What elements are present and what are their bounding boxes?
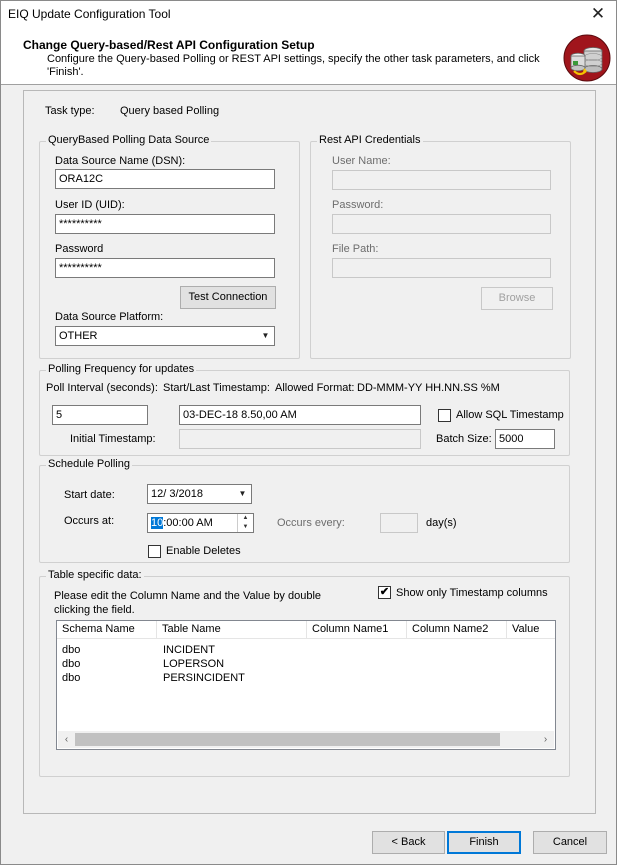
task-type-label: Task type: xyxy=(45,105,95,117)
table-data-group: Table specific data: Please edit the Col… xyxy=(39,569,570,777)
cancel-button[interactable]: Cancel xyxy=(533,831,607,854)
platform-label: Data Source Platform: xyxy=(55,311,164,323)
enable-deletes-label: Enable Deletes xyxy=(166,545,241,557)
platform-select[interactable]: OTHER ▼ xyxy=(55,326,275,346)
start-date-label: Start date: xyxy=(64,489,115,501)
show-timestamp-checkbox[interactable]: ✔ xyxy=(378,586,391,599)
window-title: EIQ Update Configuration Tool xyxy=(8,7,171,21)
row-schema: dbo xyxy=(62,672,81,684)
back-button[interactable]: < Back xyxy=(372,831,445,854)
dsn-label: Data Source Name (DSN): xyxy=(55,155,186,167)
polling-group: Polling Frequency for updates Poll Inter… xyxy=(39,363,570,456)
occurs-every-input[interactable] xyxy=(380,513,418,533)
task-type-value: Query based Polling xyxy=(120,105,220,117)
table-data-legend: Table specific data: xyxy=(46,569,144,581)
wizard-header: Change Query-based/Rest API Configuratio… xyxy=(1,28,616,85)
allow-sql-checkbox[interactable] xyxy=(438,409,451,422)
spin-down-icon[interactable]: ▼ xyxy=(237,523,253,532)
batch-size-label: Batch Size: xyxy=(436,433,492,445)
enable-deletes-checkbox[interactable] xyxy=(148,545,161,558)
page-description: Configure the Query-based Polling or RES… xyxy=(47,53,540,78)
occurs-rest: :00:00 AM xyxy=(163,517,213,529)
test-connection-button[interactable]: Test Connection xyxy=(180,286,276,309)
rest-username-input[interactable] xyxy=(332,170,551,190)
chevron-down-icon[interactable]: ▼ xyxy=(257,327,274,345)
horizontal-scrollbar[interactable]: ‹ › xyxy=(58,731,554,748)
row-table: LOPERSON xyxy=(163,658,225,670)
rest-password-input[interactable] xyxy=(332,214,551,234)
batch-size-input[interactable]: 5000 xyxy=(495,429,555,449)
rest-filepath-input[interactable] xyxy=(332,258,551,278)
col-header-column1[interactable]: Column Name1 xyxy=(307,621,407,639)
dialog-window: EIQ Update Configuration Tool ✕ Change Q… xyxy=(0,0,617,865)
calendar-dropdown-icon[interactable]: ▼ xyxy=(234,485,251,503)
platform-value: OTHER xyxy=(59,330,98,342)
time-spinner[interactable]: ▲ ▼ xyxy=(237,514,253,532)
initial-timestamp-input[interactable] xyxy=(179,429,421,449)
schedule-group: Schedule Polling Start date: 12/ 3/2018 … xyxy=(39,458,570,563)
occurs-every-label: Occurs every: xyxy=(277,517,345,529)
row-schema: dbo xyxy=(62,658,81,670)
start-date-value: 12/ 3/2018 xyxy=(151,488,203,500)
timestamp-label: Start/Last Timestamp: xyxy=(163,382,270,394)
poll-interval-input[interactable]: 5 xyxy=(52,405,148,425)
days-label: day(s) xyxy=(426,517,457,529)
occurs-at-label: Occurs at: xyxy=(64,515,115,527)
password-label: Password xyxy=(55,243,104,255)
initial-timestamp-label: Initial Timestamp: xyxy=(70,433,156,445)
query-source-group: QueryBased Polling Data Source Data Sour… xyxy=(39,134,300,359)
occurs-hour[interactable]: 10 xyxy=(151,517,164,529)
uid-input[interactable]: ********** xyxy=(55,214,275,234)
password-input[interactable]: ********** xyxy=(55,258,275,278)
query-source-legend: QueryBased Polling Data Source xyxy=(46,134,212,146)
uid-label: User ID (UID): xyxy=(55,199,125,211)
rest-api-group: Rest API Credentials User Name: Password… xyxy=(310,134,571,359)
close-icon[interactable]: ✕ xyxy=(588,4,608,24)
table-listview[interactable]: Schema Name Table Name Column Name1 Colu… xyxy=(56,620,556,750)
browse-button[interactable]: Browse xyxy=(481,287,553,310)
rest-password-label: Password: xyxy=(332,199,384,211)
col-header-value[interactable]: Value xyxy=(507,621,555,639)
rest-api-legend: Rest API Credentials xyxy=(317,134,423,146)
rest-filepath-label: File Path: xyxy=(332,243,379,255)
database-sync-icon xyxy=(563,34,611,82)
allow-sql-label: Allow SQL Timestamp xyxy=(456,409,564,421)
scrollbar-thumb[interactable] xyxy=(75,733,500,746)
dsn-input[interactable]: ORA12C xyxy=(55,169,275,189)
timestamp-input[interactable]: 03-DEC-18 8.50,00 AM xyxy=(179,405,421,425)
col-header-table[interactable]: Table Name xyxy=(157,621,307,639)
row-table: INCIDENT xyxy=(163,644,215,656)
page-title: Change Query-based/Rest API Configuratio… xyxy=(23,38,315,52)
rest-username-label: User Name: xyxy=(332,155,391,167)
format-label: Allowed Format: xyxy=(275,382,355,394)
main-panel: Task type: Query based Polling QueryBase… xyxy=(23,90,596,814)
row-schema: dbo xyxy=(62,644,81,656)
show-timestamp-label: Show only Timestamp columns xyxy=(396,587,548,599)
poll-interval-label: Poll Interval (seconds): xyxy=(46,382,158,394)
scroll-left-icon[interactable]: ‹ xyxy=(58,731,75,748)
col-header-column2[interactable]: Column Name2 xyxy=(407,621,507,639)
title-bar: EIQ Update Configuration Tool ✕ xyxy=(1,1,616,28)
table-instruction: Please edit the Column Name and the Valu… xyxy=(54,590,322,616)
polling-legend: Polling Frequency for updates xyxy=(46,363,197,375)
scroll-right-icon[interactable]: › xyxy=(537,731,554,748)
row-table: PERSINCIDENT xyxy=(163,672,245,684)
format-value: DD-MMM-YY HH.NN.SS %M xyxy=(357,382,500,394)
finish-button[interactable]: Finish xyxy=(447,831,521,854)
spin-up-icon[interactable]: ▲ xyxy=(237,514,253,523)
occurs-at-time-input[interactable]: 10:00:00 AM ▲ ▼ xyxy=(147,513,254,533)
start-date-picker[interactable]: 12/ 3/2018 ▼ xyxy=(147,484,252,504)
col-header-schema[interactable]: Schema Name xyxy=(57,621,157,639)
schedule-legend: Schedule Polling xyxy=(46,458,132,470)
